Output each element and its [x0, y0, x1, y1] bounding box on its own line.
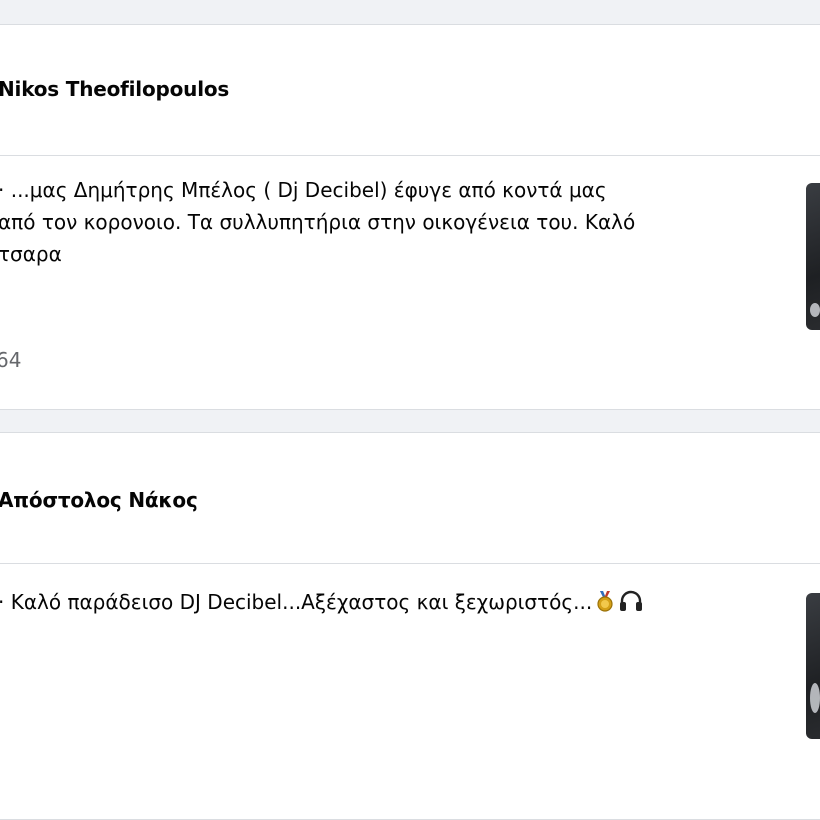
thumbnail-highlight [810, 683, 820, 713]
post-author[interactable]: Απόστολος Νάκος [0, 488, 198, 512]
post-header: Nikos Theofilopoulos [0, 25, 820, 156]
post-card: Απόστολος Νάκος · Καλό παράδεισο DJ Deci… [0, 432, 820, 820]
post-text-content: · Καλό παράδεισο DJ Decibel...Αξέχαστος … [0, 590, 593, 614]
post-author[interactable]: Nikos Theofilopoulos [0, 77, 229, 101]
post-text-line: από τον κορονοιο. Τα συλλυπητήρια στην ο… [0, 210, 636, 234]
post-text-line: · ...μας Δημήτρης Μπέλος ( Dj Decibel) έ… [0, 178, 607, 202]
headphones-icon [618, 589, 644, 621]
post-text: · ...μας Δημήτρης Μπέλος ( Dj Decibel) έ… [0, 174, 758, 270]
thumbnail-highlight [810, 303, 820, 317]
post-thumbnail[interactable] [806, 183, 820, 330]
medal-icon [594, 589, 616, 621]
post-text-line: τσαρα [0, 242, 62, 266]
post-text: · Καλό παράδεισο DJ Decibel...Αξέχαστος … [0, 586, 758, 621]
reaction-count[interactable]: 64 [0, 348, 21, 372]
post-header: Απόστολος Νάκος [0, 433, 820, 564]
post-card: Nikos Theofilopoulos · ...μας Δημήτρης Μ… [0, 24, 820, 410]
post-thumbnail[interactable] [806, 593, 820, 739]
